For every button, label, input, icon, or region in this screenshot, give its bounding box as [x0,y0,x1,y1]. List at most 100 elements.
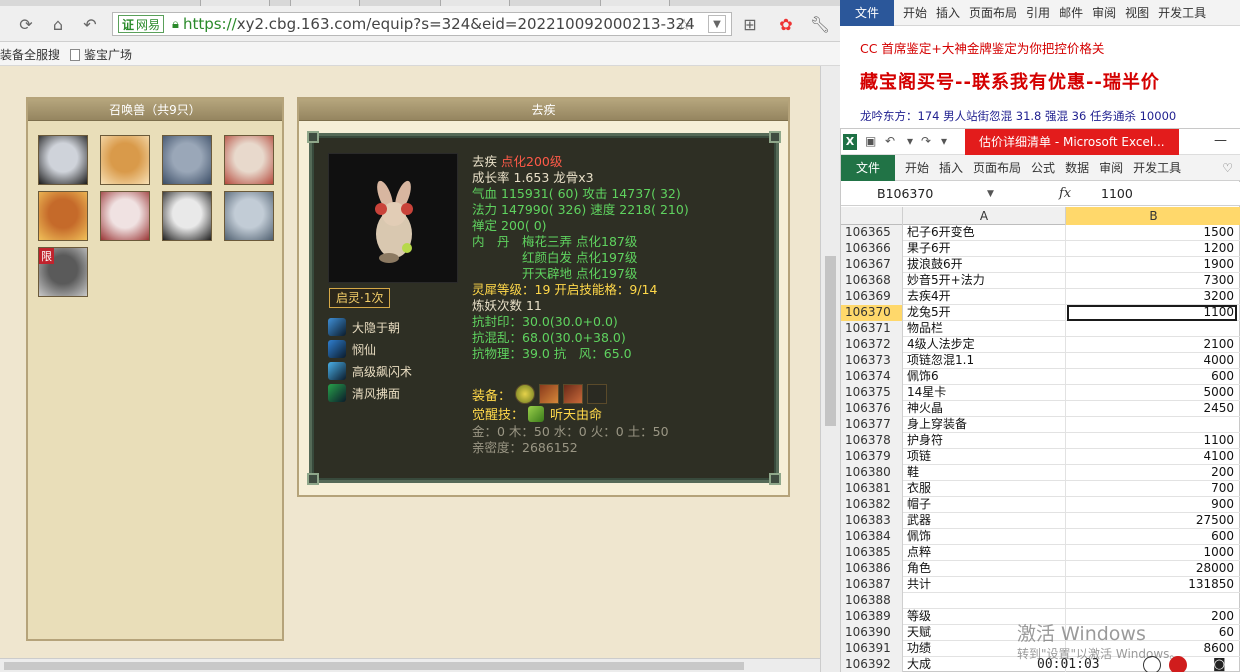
grid-icon[interactable]: ⊞ [738,12,762,36]
page-vertical-scrollbar[interactable] [820,66,840,672]
row-number[interactable]: 106386 [841,561,903,577]
word-ribbon-tab[interactable]: 插入 [936,4,960,21]
heart-icon[interactable]: ♡ [1222,161,1233,175]
cell-a[interactable]: 物品栏 [904,321,1066,337]
cell-b[interactable]: 200 [1067,465,1237,481]
cell-b[interactable]: 4000 [1067,353,1237,369]
row-number[interactable]: 106389 [841,609,903,625]
chevron-down-icon[interactable]: ▼ [987,184,994,204]
wrench-icon[interactable]: 🔧︎ [808,12,832,36]
cell-a[interactable]: 佩饰6 [904,369,1066,385]
equip-slot-icon[interactable] [539,384,560,404]
excel-ribbon-tab[interactable]: 公式 [1031,159,1055,176]
excel-ribbon-tab[interactable]: 页面布局 [973,159,1021,176]
row-number[interactable]: 106384 [841,529,903,545]
equip-slot-icon[interactable] [587,384,608,404]
cell-b[interactable]: 1500 [1067,225,1237,241]
word-ribbon-tab[interactable]: 审阅 [1092,4,1116,21]
summon-avatar[interactable] [162,135,212,185]
row-number[interactable]: 106372 [841,337,903,353]
record-stop-icon[interactable] [1169,656,1187,672]
cell-b[interactable]: 4100 [1067,449,1237,465]
cell-a[interactable]: 共计 [904,577,1066,593]
wake-skill-icon[interactable] [528,405,545,422]
equip-slot-icon[interactable] [515,384,536,404]
summon-avatar[interactable] [38,135,88,185]
word-ribbon-tab[interactable]: 视图 [1125,4,1149,21]
row-number[interactable]: 106371 [841,321,903,337]
row-number[interactable]: 106385 [841,545,903,561]
back-icon[interactable]: ↶ [78,12,102,36]
word-ribbon-tab[interactable]: 页面布局 [969,4,1017,21]
row-number[interactable]: 106367 [841,257,903,273]
excel-ribbon-tab[interactable]: 数据 [1065,159,1089,176]
row-number[interactable]: 106379 [841,449,903,465]
select-all-corner[interactable] [841,207,903,225]
cell-a[interactable]: 衣服 [904,481,1066,497]
pet-skill[interactable]: 清风拂面 [328,382,468,404]
cell-b[interactable]: 1100 [1067,433,1237,449]
word-ribbon-tab[interactable]: 开始 [903,4,927,21]
cell-b[interactable]: 1100 [1067,305,1237,321]
excel-ribbon-tab[interactable]: 开始 [905,159,929,176]
cell-b[interactable]: 1000 [1067,545,1237,561]
excel-file-tab[interactable]: 文件 [841,154,895,181]
row-number[interactable]: 106378 [841,433,903,449]
summon-avatar[interactable] [224,191,274,241]
cell-a[interactable]: 帽子 [904,497,1066,513]
word-ribbon-tab[interactable]: 引用 [1026,4,1050,21]
dropdown-icon[interactable]: ▼ [708,15,726,33]
bookmark-item[interactable]: 鉴宝广场 [70,46,132,63]
row-number[interactable]: 106376 [841,401,903,417]
cell-b[interactable]: 600 [1067,369,1237,385]
cert-badge[interactable]: 证网易 [118,15,165,33]
redo-icon[interactable]: ↷ [921,134,935,148]
reload-icon[interactable]: ⟳ [14,12,38,36]
cell-b[interactable]: 28000 [1067,561,1237,577]
cell-a[interactable]: 果子6开 [904,241,1066,257]
scroll-thumb[interactable] [4,662,744,670]
cell-b[interactable]: 900 [1067,497,1237,513]
camera-icon[interactable]: ◙ [1213,657,1226,672]
cell-a[interactable]: 龙兔5开 [904,305,1066,321]
home-icon[interactable]: ⌂ [46,12,70,36]
summon-avatar[interactable] [162,191,212,241]
row-number[interactable]: 106369 [841,289,903,305]
row-number[interactable]: 106390 [841,625,903,641]
cell-b[interactable]: 700 [1067,481,1237,497]
excel-ribbon-tab[interactable]: 开发工具 [1133,159,1181,176]
cell-a[interactable]: 拔浪鼓6开 [904,257,1066,273]
cell-b[interactable]: 131850 [1067,577,1237,593]
cell-a[interactable]: 4级人法步定 [904,337,1066,353]
cell-a[interactable]: 14星卡 [904,385,1066,401]
cell-b[interactable]: 5000 [1067,385,1237,401]
cell-b[interactable] [1067,593,1237,609]
cell-a[interactable]: 点粹 [904,545,1066,561]
cell-a[interactable]: 角色 [904,561,1066,577]
row-number[interactable]: 106368 [841,273,903,289]
quick-access-icon[interactable]: ▾ [941,134,955,148]
summon-avatar[interactable] [100,135,150,185]
row-number[interactable]: 106365 [841,225,903,241]
cell-b[interactable]: 27500 [1067,513,1237,529]
row-number[interactable]: 106377 [841,417,903,433]
cell-b[interactable] [1067,417,1237,433]
cell-b[interactable]: 600 [1067,529,1237,545]
pause-icon[interactable] [1143,656,1161,672]
cell-a[interactable]: 身上穿装备 [904,417,1066,433]
column-header-a[interactable]: A [903,207,1066,225]
row-number[interactable]: 106375 [841,385,903,401]
row-number[interactable]: 106366 [841,241,903,257]
row-number[interactable]: 106391 [841,641,903,657]
row-number[interactable]: 106387 [841,577,903,593]
row-number[interactable]: 106373 [841,353,903,369]
cell-a[interactable]: 佩饰 [904,529,1066,545]
row-number[interactable]: 106381 [841,481,903,497]
equip-slot-icon[interactable] [563,384,584,404]
cell-b[interactable]: 2450 [1067,401,1237,417]
star-icon[interactable]: ☆ [672,12,696,36]
cell-a[interactable]: 神火晶 [904,401,1066,417]
extension-icon[interactable]: ✿ [774,12,798,36]
scroll-thumb[interactable] [825,256,836,426]
row-number[interactable]: 106370 [841,305,903,321]
